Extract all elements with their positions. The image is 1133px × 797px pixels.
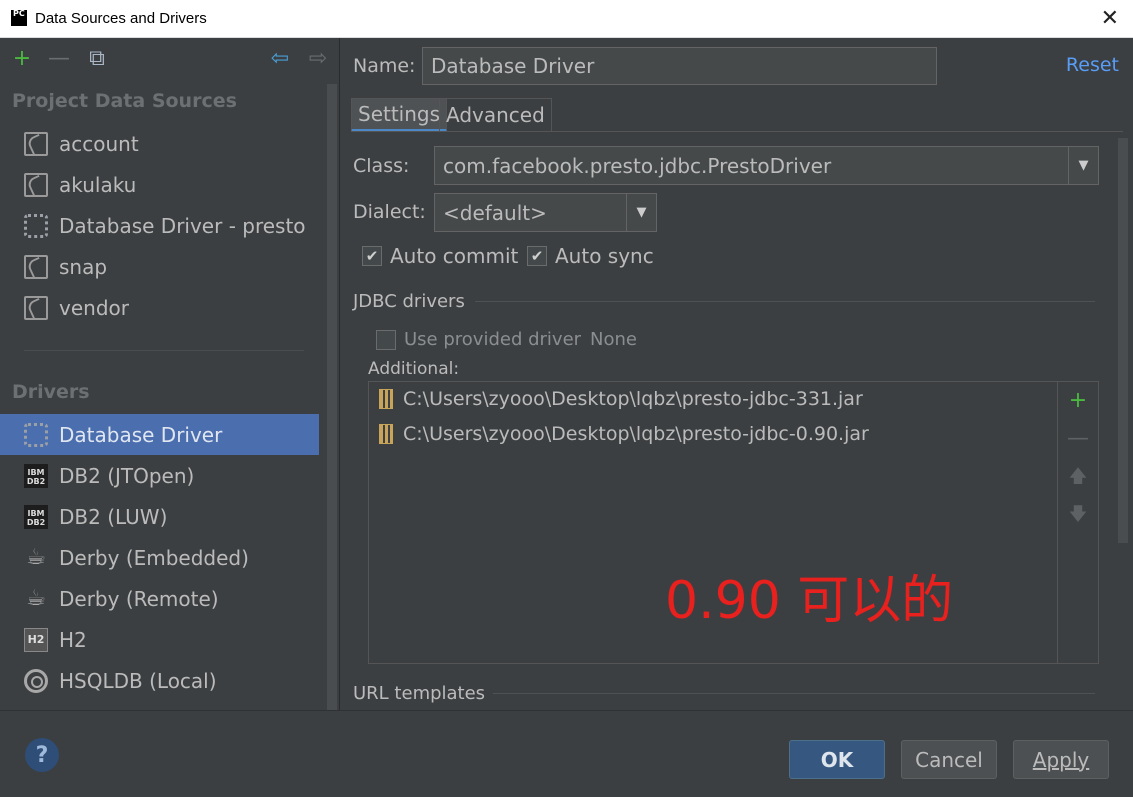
item-label: Derby (Remote) xyxy=(59,586,219,611)
derby-hat-icon: ☕ xyxy=(26,545,46,570)
chevron-down-icon[interactable]: ▼ xyxy=(626,194,656,231)
app-icon: PC xyxy=(11,10,27,26)
auto-commit-checkbox[interactable]: ✔ Auto commit xyxy=(362,244,518,268)
name-input[interactable]: Database Driver xyxy=(422,47,937,85)
auto-sync-label: Auto sync xyxy=(555,244,654,268)
list-item[interactable]: C:\Users\zyooo\Desktop\lqbz\presto-jdbc-… xyxy=(379,388,863,410)
checkbox-checked-icon: ✔ xyxy=(362,246,382,266)
tab-underline xyxy=(351,131,1123,132)
item-label: akulaku xyxy=(59,172,137,197)
datasource-icon xyxy=(24,131,48,156)
jdbc-drivers-heading: JDBC drivers xyxy=(353,291,465,312)
use-provided-label: Use provided driver xyxy=(404,329,582,350)
datasource-icon xyxy=(24,295,48,320)
help-icon[interactable]: ? xyxy=(25,738,59,772)
window-title: Data Sources and Drivers xyxy=(35,10,207,27)
driver-item-db2-jtopen[interactable]: IBM DB2 DB2 (JTOpen) xyxy=(0,455,319,496)
left-toolbar: + — ⧉ ⇦ ⇨ xyxy=(0,38,339,84)
datasource-item-database-driver-presto[interactable]: Database Driver - presto xyxy=(0,205,319,246)
right-panel: Name: Database Driver Reset Settings Adv… xyxy=(341,38,1133,710)
auto-sync-checkbox[interactable]: ✔ Auto sync xyxy=(527,244,654,268)
driver-icon xyxy=(24,422,48,447)
drivers-heading: Drivers xyxy=(12,381,90,403)
name-label: Name: xyxy=(353,55,416,77)
class-combobox[interactable]: com.facebook.presto.jdbc.PrestoDriver ▼ xyxy=(434,146,1099,185)
driver-item-h2[interactable]: H2 H2 xyxy=(0,619,319,660)
use-provided-driver-checkbox[interactable]: Use provided driver None xyxy=(376,329,637,350)
close-icon[interactable]: ✕ xyxy=(1101,6,1119,31)
add-icon[interactable]: + xyxy=(1066,389,1090,413)
datasource-item-vendor[interactable]: vendor xyxy=(0,287,319,328)
chevron-down-icon[interactable]: ▼ xyxy=(1068,147,1098,184)
list-toolbar: + — 🡅 🡇 xyxy=(1058,381,1099,664)
item-label: snap xyxy=(59,254,108,279)
datasource-icon xyxy=(24,254,48,279)
tab-settings[interactable]: Settings xyxy=(351,98,448,132)
ibm-db2-icon: IBM DB2 xyxy=(24,463,48,488)
driver-icon xyxy=(24,213,48,238)
auto-commit-label: Auto commit xyxy=(390,244,519,268)
datasource-icon xyxy=(24,172,48,197)
minus-icon[interactable]: — xyxy=(47,46,71,72)
jar-file-icon xyxy=(379,424,393,444)
class-label: Class: xyxy=(353,155,410,177)
additional-label: Additional: xyxy=(368,359,460,379)
derby-hat-icon: ☕ xyxy=(26,586,46,611)
checkbox-checked-icon: ✔ xyxy=(527,246,547,266)
project-data-sources-heading: Project Data Sources xyxy=(12,90,237,112)
item-label: Derby (Embedded) xyxy=(59,545,249,570)
dialect-label: Dialect: xyxy=(353,201,426,223)
item-label: HSQLDB (Local) xyxy=(59,668,217,693)
item-label: account xyxy=(59,131,139,156)
ok-button[interactable]: OK xyxy=(789,740,885,779)
jar-file-icon xyxy=(379,389,393,409)
forward-arrow-icon[interactable]: ⇨ xyxy=(306,46,330,72)
list-item[interactable]: C:\Users\zyooo\Desktop\lqbz\presto-jdbc-… xyxy=(379,423,869,445)
item-label: Database Driver - presto xyxy=(59,213,306,238)
remove-icon[interactable]: — xyxy=(1066,427,1090,451)
url-divider xyxy=(493,693,1095,694)
driver-item-derby-embedded[interactable]: ☕ Derby (Embedded) xyxy=(0,537,319,578)
hsqldb-icon xyxy=(24,668,48,693)
driver-item-hsqldb-local[interactable]: HSQLDB (Local) xyxy=(0,660,319,701)
plus-icon[interactable]: + xyxy=(10,46,34,72)
tab-advanced[interactable]: Advanced xyxy=(439,98,552,132)
datasource-item-account[interactable]: account xyxy=(0,123,319,164)
title-bar: PC Data Sources and Drivers ✕ xyxy=(0,0,1133,38)
move-up-icon[interactable]: 🡅 xyxy=(1066,465,1090,489)
datasource-item-akulaku[interactable]: akulaku xyxy=(0,164,319,205)
cancel-button[interactable]: Cancel xyxy=(901,740,997,779)
dialect-value: <default> xyxy=(443,200,547,225)
class-value: com.facebook.presto.jdbc.PrestoDriver xyxy=(443,153,832,178)
red-annotation: 0.90 可以的 xyxy=(665,571,954,631)
driver-item-db2-luw[interactable]: IBM DB2 DB2 (LUW) xyxy=(0,496,319,537)
item-label: DB2 (JTOpen) xyxy=(59,463,195,488)
datasource-item-snap[interactable]: snap xyxy=(0,246,319,287)
section-divider xyxy=(24,350,304,351)
checkbox-unchecked-icon xyxy=(376,329,396,350)
apply-button[interactable]: Apply xyxy=(1013,740,1109,779)
ibm-db2-icon: IBM DB2 xyxy=(24,504,48,529)
driver-item-derby-remote[interactable]: ☕ Derby (Remote) xyxy=(0,578,319,619)
item-label: DB2 (LUW) xyxy=(59,504,168,529)
item-label: vendor xyxy=(59,295,129,320)
dialog-footer: ? OK Cancel Apply xyxy=(0,710,1133,797)
right-scrollbar[interactable] xyxy=(1118,138,1128,543)
move-down-icon[interactable]: 🡇 xyxy=(1066,503,1090,527)
item-label: H2 xyxy=(59,627,87,652)
left-panel: + — ⧉ ⇦ ⇨ Project Data Sources account a… xyxy=(0,38,340,710)
dialect-select[interactable]: <default> ▼ xyxy=(434,193,657,232)
left-scrollbar[interactable] xyxy=(327,84,337,710)
h2-icon: H2 xyxy=(24,627,48,652)
jar-path: C:\Users\zyooo\Desktop\lqbz\presto-jdbc-… xyxy=(403,423,869,445)
back-arrow-icon[interactable]: ⇦ xyxy=(268,46,292,72)
url-templates-heading: URL templates xyxy=(353,683,486,704)
driver-item-database-driver[interactable]: Database Driver xyxy=(0,414,319,455)
use-provided-value: None xyxy=(590,329,638,350)
jar-path: C:\Users\zyooo\Desktop\lqbz\presto-jdbc-… xyxy=(403,388,863,410)
reset-link[interactable]: Reset xyxy=(1066,54,1119,76)
jdbc-divider xyxy=(475,301,1095,302)
item-label: Database Driver xyxy=(59,422,223,447)
duplicate-icon[interactable]: ⧉ xyxy=(85,46,109,72)
